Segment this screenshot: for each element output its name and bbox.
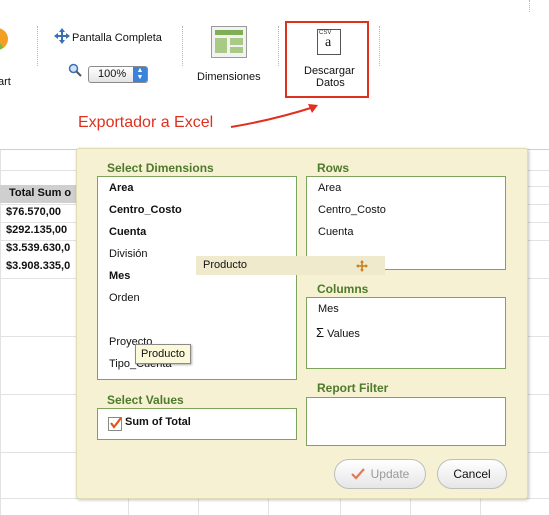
report-filter-title: Report Filter <box>317 381 389 395</box>
sigma-icon: Σ <box>316 325 325 340</box>
cancel-button[interactable]: Cancel <box>437 459 507 489</box>
dimension-item-cuenta[interactable]: Cuenta <box>109 226 146 238</box>
value-checkbox[interactable] <box>108 417 122 431</box>
chart-icon[interactable] <box>0 28 8 50</box>
fullscreen-icon <box>54 28 70 44</box>
csv-file-icon: CSV a <box>317 29 341 55</box>
cancel-label: Cancel <box>453 467 491 481</box>
tooltip-label: Producto <box>141 348 186 360</box>
zoom-stepper-icon[interactable]: ▲ ▼ <box>133 67 147 82</box>
value-item-sum-of-total[interactable]: Sum of Total <box>125 416 191 428</box>
fullscreen-button[interactable]: Pantalla Completa <box>54 28 174 46</box>
row-item-cuenta[interactable]: Cuenta <box>318 226 353 238</box>
dimension-item-area[interactable]: Area <box>109 182 133 194</box>
checkmark-icon <box>110 417 122 429</box>
move-cursor-icon <box>356 260 368 272</box>
zoom-icon <box>68 63 82 77</box>
download-label-line2: Datos <box>316 77 345 89</box>
toolbar: art Pantalla Completa 100% ▲ ▼ Dimensione… <box>0 0 549 103</box>
tooltip: Producto <box>135 344 192 364</box>
values-label: Values <box>327 328 360 340</box>
dimension-item-centro-costo[interactable]: Centro_Costo <box>109 204 182 216</box>
update-button[interactable]: Update <box>334 459 426 489</box>
grid-cell: $3.539.630,0 <box>6 242 71 254</box>
values-list[interactable]: Sum of Total <box>97 408 297 440</box>
drag-ghost: Producto <box>196 256 385 275</box>
grid-cell: $3.908.335,0 <box>6 260 71 272</box>
columns-list[interactable]: Mes Σ Values <box>306 297 506 369</box>
dimensions-icon <box>211 26 247 58</box>
dimensions-label: Dimensiones <box>197 71 261 83</box>
download-data-button[interactable]: CSV a Descargar Datos <box>285 21 369 98</box>
dimensions-list[interactable]: Area Centro_Costo Cuenta División Mes Or… <box>97 176 297 380</box>
check-icon <box>350 468 365 480</box>
zoom-value: 100% <box>98 68 127 80</box>
select-dimensions-title: Select Dimensions <box>107 161 214 175</box>
update-label: Update <box>370 467 410 481</box>
download-label-line1: Descargar <box>304 65 355 77</box>
window-edge <box>529 0 549 12</box>
column-item-mes[interactable]: Mes <box>318 303 339 315</box>
pivot-settings-dialog: Select Dimensions Area Centro_Costo Cuen… <box>76 148 528 499</box>
dimension-item-orden[interactable]: Orden <box>109 292 140 304</box>
grid-header-label: Total Sum o <box>9 187 72 199</box>
zoom-select[interactable]: 100% ▲ ▼ <box>88 66 148 83</box>
grid-header-cell: Total Sum o <box>0 185 76 203</box>
drag-ghost-label: Producto <box>203 259 248 271</box>
dimension-item-mes[interactable]: Mes <box>109 270 130 282</box>
annotation-label: Exportador a Excel <box>78 114 214 131</box>
columns-title: Columns <box>317 282 369 296</box>
chart-button-label[interactable]: art <box>0 76 11 88</box>
dimension-item-division[interactable]: División <box>109 248 148 260</box>
grid-cell: $76.570,00 <box>6 206 62 218</box>
report-filter-list[interactable] <box>306 397 506 446</box>
grid-cell: $292.135,00 <box>6 224 68 236</box>
rows-title: Rows <box>317 161 350 175</box>
select-values-title: Select Values <box>107 393 184 407</box>
annotation-arrow-icon <box>230 104 318 128</box>
fullscreen-label: Pantalla Completa <box>72 32 162 44</box>
column-item-values[interactable]: Σ Values <box>316 325 360 340</box>
row-item-area[interactable]: Area <box>318 182 341 194</box>
row-item-centro-costo[interactable]: Centro_Costo <box>318 204 386 216</box>
dimensions-button[interactable]: Dimensiones <box>190 24 268 86</box>
